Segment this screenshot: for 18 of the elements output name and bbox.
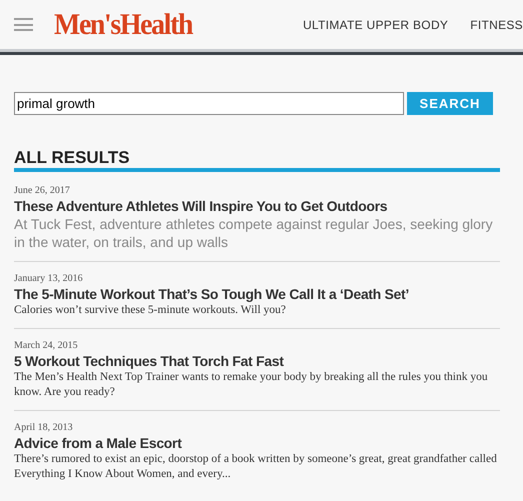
result-title[interactable]: Advice from a Male Escort bbox=[14, 434, 500, 452]
result-date: April 18, 2013 bbox=[14, 422, 74, 434]
results-heading: ALL RESULTS bbox=[14, 149, 131, 166]
result-title[interactable]: 5 Workout Techniques That Torch Fat Fast bbox=[14, 352, 500, 370]
result-title[interactable]: These Adventure Athletes Will Inspire You to Get Outdoors bbox=[14, 197, 500, 215]
result-date: June 26, 2017 bbox=[14, 185, 71, 197]
nav-link[interactable]: ULTIMATE UPPER BODY bbox=[302, 16, 448, 34]
result-summary: There’s rumored to exist an epic, doorstop of a book written by someone’s great, great grandfather called Everything I Know About Women, and every... bbox=[14, 452, 498, 482]
logo[interactable]: Men'sHealth bbox=[54, 10, 192, 40]
result-summary: At Tuck Fest, adventure athletes compete against regular Joes, seeking glory in the water, on trails, and up walls bbox=[14, 215, 494, 251]
result-date: March 24, 2015 bbox=[14, 340, 79, 352]
menu-icon[interactable] bbox=[14, 18, 33, 31]
search-field[interactable]: primal growth bbox=[14, 92, 404, 115]
result-date: January 13, 2016 bbox=[14, 273, 84, 285]
result-summary: The Men’s Health Next Top Trainer wants to remake your body by breaking all the rules you think you know. Are you ready? bbox=[14, 370, 489, 400]
nav-link[interactable]: FITNESS bbox=[470, 16, 523, 34]
result-summary: Calories won’t survive these 5-minute workouts. Will you? bbox=[14, 303, 287, 318]
result-title[interactable]: The 5-Minute Workout That’s So Tough We Call It a ‘Death Set’ bbox=[14, 285, 500, 303]
